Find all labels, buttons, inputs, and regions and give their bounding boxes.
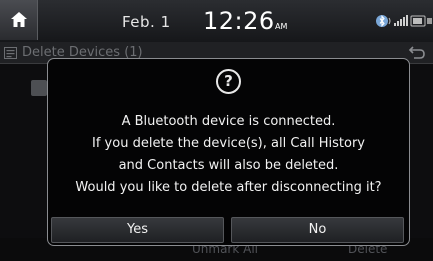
- status-ampm: AM: [275, 22, 288, 31]
- bluetooth-icon: [376, 15, 391, 27]
- no-button[interactable]: No: [231, 217, 404, 243]
- status-icons: [376, 15, 432, 27]
- status-bar: Feb. 1 12:26 AM: [0, 0, 433, 42]
- confirm-dialog: ? A Bluetooth device is connected. If yo…: [47, 58, 410, 246]
- dialog-message-line-3: and Contacts will also be deleted.: [118, 158, 339, 173]
- status-time: 12:26: [203, 7, 275, 35]
- dialog-message-line-1: A Bluetooth device is connected.: [121, 114, 336, 129]
- dialog-message-line-2: If you delete the device(s), all Call Hi…: [92, 136, 365, 151]
- question-icon: ?: [216, 69, 241, 94]
- dialog-button-row: Yes No: [51, 217, 406, 243]
- home-button[interactable]: [0, 0, 38, 40]
- list-icon: [4, 47, 17, 59]
- screen: Feb. 1 12:26 AM Delete Devices (1) Unmar…: [0, 0, 433, 261]
- dialog-message-line-4: Would you like to delete after disconnec…: [75, 180, 382, 195]
- yes-button[interactable]: Yes: [51, 217, 224, 243]
- status-date: Feb. 1: [122, 13, 171, 31]
- device-checkbox[interactable]: [31, 80, 47, 96]
- home-icon: [11, 12, 27, 27]
- back-icon[interactable]: [408, 46, 426, 59]
- signal-icon: [394, 15, 432, 27]
